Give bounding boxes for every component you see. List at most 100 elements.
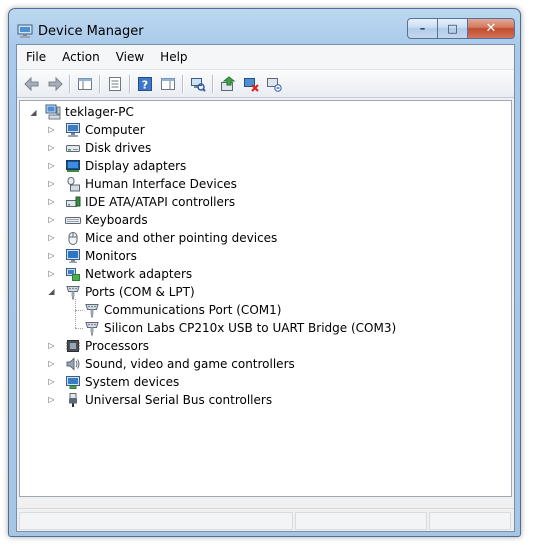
expand-arrow-icon[interactable]: ▷ xyxy=(48,269,54,278)
minimize-button[interactable]: – xyxy=(407,18,438,39)
tree-category-node[interactable]: ▷ Human Interface Devices xyxy=(48,175,237,193)
menu-help[interactable]: Help xyxy=(152,50,195,64)
status-bar xyxy=(17,508,514,531)
expand-arrow-icon[interactable]: ▷ xyxy=(48,161,54,170)
tree-category-node[interactable]: ▷ System devices xyxy=(48,373,179,391)
tree-root-node[interactable]: ◢ teklager-PC xyxy=(30,103,134,121)
device-manager-window: Device Manager – □ ✕ File Action View He… xyxy=(8,8,521,537)
tree-node-label: Communications Port (COM1) xyxy=(104,303,282,317)
close-button[interactable]: ✕ xyxy=(468,18,515,39)
expand-arrow-icon[interactable]: ▷ xyxy=(48,215,54,224)
network-adapter-icon xyxy=(66,268,80,281)
mouse-icon xyxy=(68,232,78,245)
menu-view[interactable]: View xyxy=(108,50,152,64)
expand-arrow-icon[interactable]: ▷ xyxy=(48,179,54,188)
device-tree[interactable]: ◢ teklager-PC ▷ Computer ▷ Disk drives ▷ Displa… xyxy=(19,100,512,497)
computer-root-icon xyxy=(45,104,61,120)
tree-device-node[interactable]: Communications Port (COM1) xyxy=(84,301,281,319)
help-button[interactable]: ? xyxy=(133,73,156,95)
monitor-icon xyxy=(66,249,80,263)
tree-connector-line xyxy=(75,310,83,311)
sound-icon xyxy=(66,357,80,371)
back-arrow-icon xyxy=(23,76,38,91)
expand-arrow-icon[interactable]: ▷ xyxy=(48,125,54,134)
expand-arrow-icon[interactable]: ▷ xyxy=(48,251,54,260)
menu-file[interactable]: File xyxy=(17,50,54,64)
show-hide-console-tree-button[interactable] xyxy=(73,73,96,95)
svg-text:?: ? xyxy=(141,78,147,91)
tree-category-node[interactable]: ◢ Ports (COM & LPT) xyxy=(48,283,195,301)
tree-connector-line xyxy=(75,299,76,328)
status-pane xyxy=(429,512,511,530)
forward-button[interactable] xyxy=(43,73,66,95)
menu-action[interactable]: Action xyxy=(54,50,108,64)
tree-node-label: Silicon Labs CP210x USB to UART Bridge (… xyxy=(104,321,397,335)
expand-arrow-icon[interactable]: ▷ xyxy=(48,233,54,242)
tree-node-label: Sound, video and game controllers xyxy=(85,357,295,371)
uninstall-device-icon xyxy=(266,77,282,92)
tree-category-node[interactable]: ▷ Network adapters xyxy=(48,265,192,283)
port-icon xyxy=(85,322,99,336)
expand-arrow-icon[interactable]: ▷ xyxy=(48,197,54,206)
tree-node-label: Disk drives xyxy=(85,141,152,155)
tree-category-node[interactable]: ▷ Sound, video and game controllers xyxy=(48,355,295,373)
menu-bar: File Action View Help xyxy=(17,45,514,70)
status-pane xyxy=(19,512,293,530)
help-icon: ? xyxy=(137,76,152,91)
keyboard-icon xyxy=(65,217,81,224)
expand-arrow-icon[interactable]: ▷ xyxy=(48,143,54,152)
tree-category-node[interactable]: ▷ Universal Serial Bus controllers xyxy=(48,391,272,409)
caption-buttons: – □ ✕ xyxy=(407,18,515,39)
port-icon xyxy=(85,304,99,318)
hid-icon xyxy=(67,177,80,192)
close-icon: ✕ xyxy=(485,21,497,36)
scan-hardware-changes-icon xyxy=(190,77,206,92)
port-icon xyxy=(66,286,80,300)
tree-category-node[interactable]: ▷ Disk drives xyxy=(48,139,152,157)
minimize-icon: – xyxy=(419,22,426,35)
tree-category-node[interactable]: ▷ IDE ATA/ATAPI controllers xyxy=(48,193,235,211)
tree-category-node[interactable]: ▷ Keyboards xyxy=(48,211,147,229)
toolbar: ? xyxy=(17,70,514,98)
collapse-arrow-icon[interactable]: ◢ xyxy=(30,108,36,117)
expand-arrow-icon[interactable]: ▷ xyxy=(48,377,54,386)
client-area: File Action View Help ? ◢ teklager-PC ▷ … xyxy=(16,44,515,532)
tree-node-label: Computer xyxy=(85,123,145,137)
disk-drive-icon xyxy=(66,145,80,152)
computer-icon xyxy=(66,123,80,137)
tree-node-label: Ports (COM & LPT) xyxy=(85,285,195,299)
tree-category-node[interactable]: ▷ Monitors xyxy=(48,247,137,265)
expand-arrow-icon[interactable]: ▷ xyxy=(48,359,54,368)
tree-category-node[interactable]: ▷ Computer xyxy=(48,121,145,139)
tree-node-label: Monitors xyxy=(85,249,137,263)
tree-node-label: Processors xyxy=(85,339,150,353)
tree-node-label: Display adapters xyxy=(85,159,187,173)
forward-arrow-icon xyxy=(48,76,63,91)
device-manager-app-icon xyxy=(17,24,33,38)
toolbar-separator xyxy=(212,74,213,93)
uninstall-device-button[interactable] xyxy=(262,73,285,95)
back-button[interactable] xyxy=(20,73,43,95)
tree-device-node[interactable]: Silicon Labs CP210x USB to UART Bridge (… xyxy=(84,319,396,337)
scan-hardware-changes-button[interactable] xyxy=(186,73,209,95)
tree-connector-line xyxy=(75,328,83,329)
update-driver-button[interactable] xyxy=(216,73,239,95)
tree-category-node[interactable]: ▷ Processors xyxy=(48,337,150,355)
disable-device-button[interactable] xyxy=(239,73,262,95)
tree-category-node[interactable]: ▷ Display adapters xyxy=(48,157,187,175)
expand-arrow-icon[interactable]: ▷ xyxy=(48,341,54,350)
maximize-button[interactable]: □ xyxy=(438,18,468,39)
properties-button[interactable] xyxy=(103,73,126,95)
action-pane-icon xyxy=(160,77,175,90)
action-pane-button[interactable] xyxy=(156,73,179,95)
tree-node-label: teklager-PC xyxy=(65,105,134,119)
tree-category-node[interactable]: ▷ Mice and other pointing devices xyxy=(48,229,277,247)
toolbar-separator xyxy=(99,74,100,93)
title-bar[interactable]: Device Manager – □ ✕ xyxy=(9,9,520,43)
show-hide-console-tree-icon xyxy=(77,77,92,90)
collapse-arrow-icon[interactable]: ◢ xyxy=(48,287,54,296)
tree-node-label: Human Interface Devices xyxy=(85,177,237,191)
status-pane xyxy=(295,512,427,530)
expand-arrow-icon[interactable]: ▷ xyxy=(48,395,54,404)
toolbar-separator xyxy=(182,74,183,93)
